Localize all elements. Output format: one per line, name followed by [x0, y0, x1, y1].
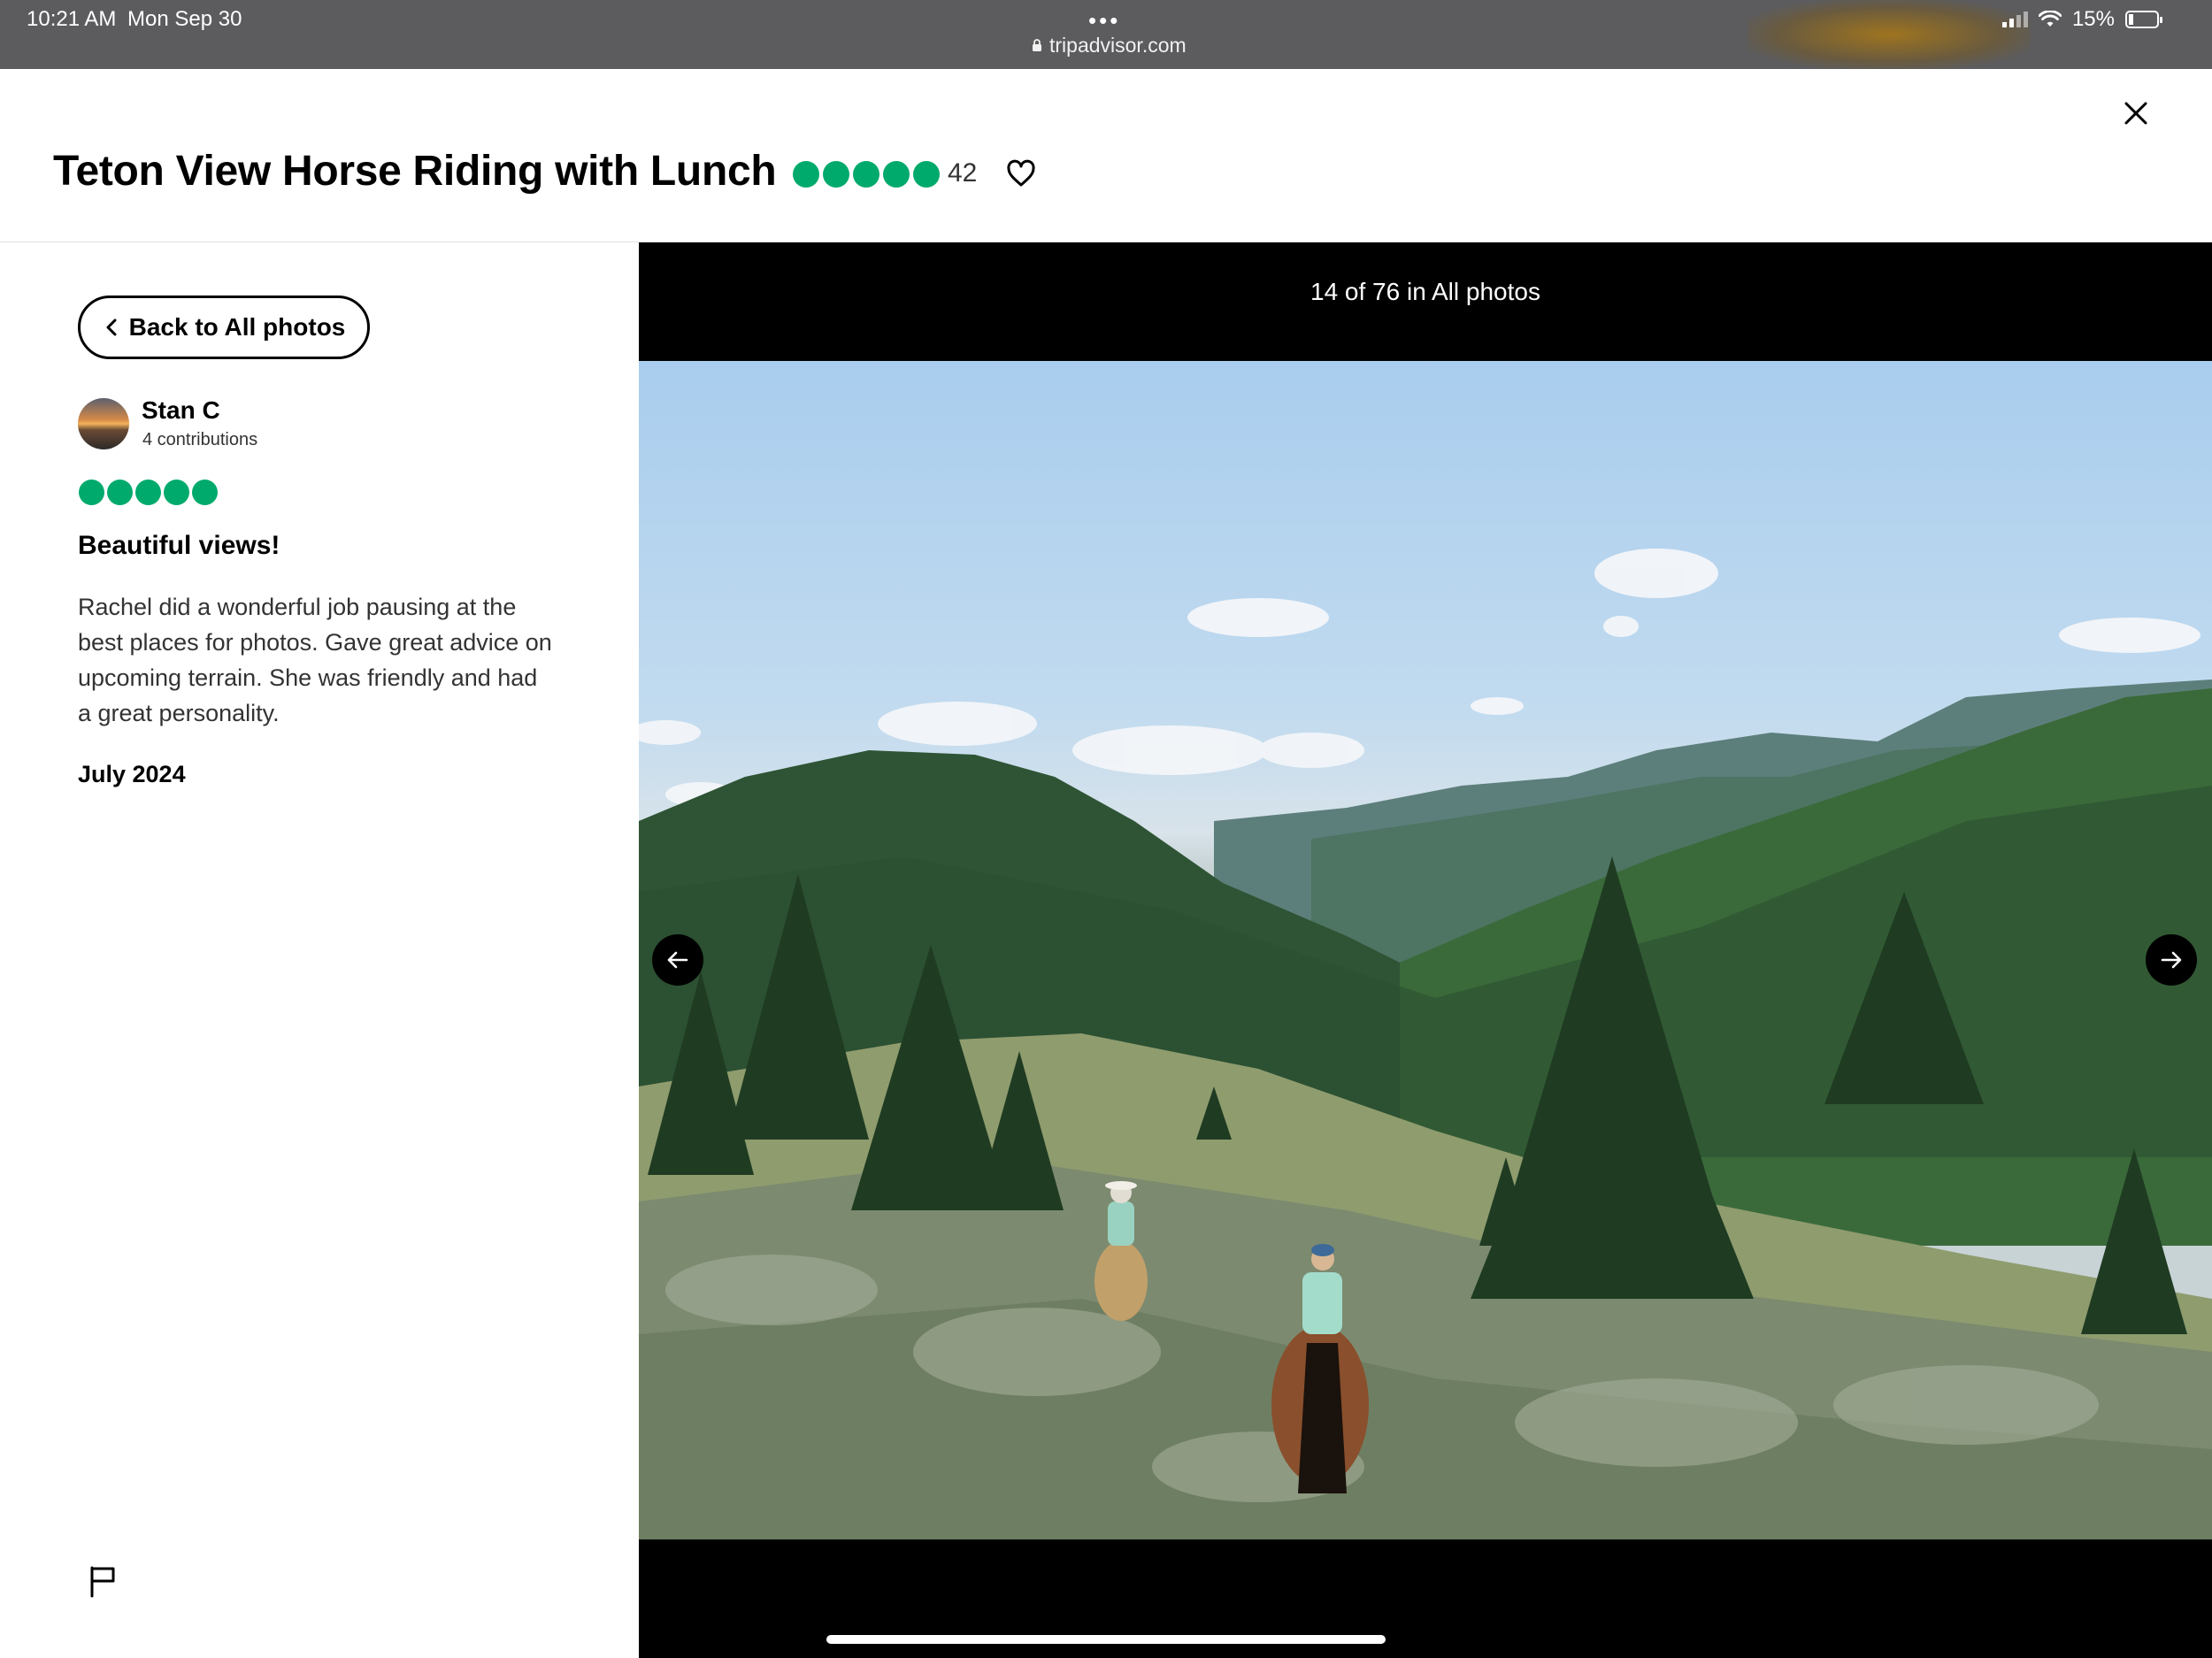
page-header: Teton View Horse Riding with Lunch 42 — [0, 69, 2212, 242]
rating-bubble — [79, 480, 104, 505]
status-time: 10:21 AM — [27, 7, 117, 31]
home-indicator[interactable] — [826, 1635, 1386, 1644]
rating-bubble — [192, 480, 218, 505]
review-rating-bubbles — [79, 480, 218, 505]
rating-bubble — [883, 161, 910, 188]
rating-bubbles — [793, 161, 940, 188]
author-contributions: 4 contributions — [142, 430, 258, 449]
chevron-left-icon — [106, 319, 117, 336]
review-title: Beautiful views! — [78, 531, 280, 560]
author-name[interactable]: Stan C — [142, 396, 220, 425]
status-glow — [1747, 0, 2031, 69]
arrow-left-icon — [667, 951, 688, 969]
rating-bubble — [853, 161, 879, 188]
close-icon[interactable] — [2118, 96, 2154, 131]
rating-bubble — [793, 161, 819, 188]
photo-counter: 14 of 76 in All photos — [1310, 278, 1540, 305]
wifi-icon — [2038, 11, 2062, 27]
more-dots-icon[interactable]: ••• — [1088, 7, 1120, 35]
review-date: July 2024 — [78, 761, 186, 787]
cellular-signal-icon — [2001, 12, 2028, 27]
arrow-right-icon — [2161, 951, 2182, 969]
rating-bubble — [913, 161, 940, 188]
lock-icon — [1032, 34, 1042, 58]
battery-icon — [2125, 11, 2162, 28]
review-body: Rachel did a wonderful job pausing at th… — [78, 594, 552, 726]
photo-viewer: 14 of 76 in All photos — [639, 242, 2212, 1658]
status-date: Mon Sep 30 — [127, 7, 242, 31]
url-text: tripadvisor.com — [1049, 34, 1187, 57]
rating-bubble — [107, 480, 133, 505]
next-photo-button[interactable] — [2146, 934, 2197, 986]
status-bar: 10:21 AM Mon Sep 30 ••• tripadvisor.com … — [0, 0, 2212, 69]
address-bar[interactable]: tripadvisor.com — [1032, 34, 1187, 58]
flag-icon[interactable] — [88, 1564, 119, 1598]
page-title: Teton View Horse Riding with Lunch — [53, 148, 777, 195]
review-photo[interactable] — [639, 361, 2212, 1539]
rating-bubble — [164, 480, 189, 505]
back-to-all-photos-button[interactable]: Back to All photos — [78, 296, 370, 359]
battery-percent: 15% — [2071, 7, 2115, 31]
heart-icon[interactable] — [1005, 157, 1037, 189]
review-count[interactable]: 42 — [948, 158, 977, 188]
back-button-label: Back to All photos — [128, 313, 346, 341]
previous-photo-button[interactable] — [652, 934, 703, 986]
status-right: 15% — [2001, 7, 2162, 32]
rating-bubble — [823, 161, 849, 188]
review-panel: Back to All photos Stan C 4 contribution… — [0, 242, 639, 1658]
rating-bubble — [135, 480, 161, 505]
avatar[interactable] — [78, 398, 129, 449]
